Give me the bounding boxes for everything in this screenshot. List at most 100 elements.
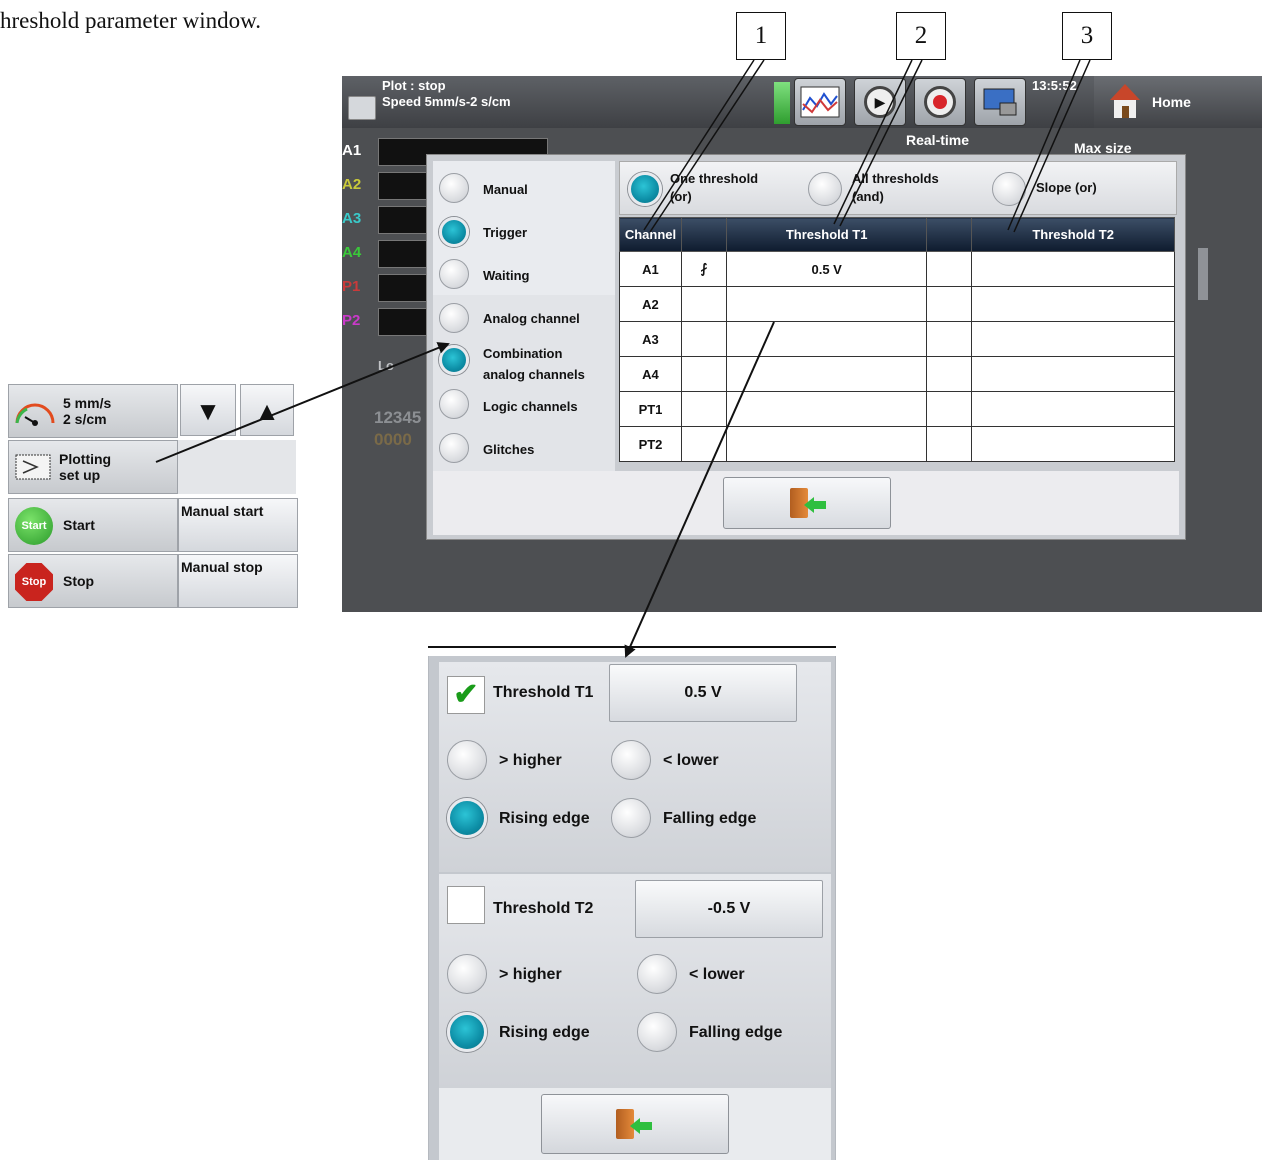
exit-button[interactable] — [723, 477, 891, 529]
channel-label: P2 — [342, 312, 361, 329]
t2-cell[interactable] — [971, 286, 1175, 322]
rising-edge-icon: ⨏ — [680, 251, 727, 287]
t1-cell[interactable] — [725, 321, 928, 357]
threshold-t1-checkbox[interactable]: ✔ — [447, 676, 485, 714]
radio-icon — [611, 798, 651, 838]
speedometer-icon — [15, 403, 55, 426]
t2-falling-label: Falling edge — [689, 1024, 783, 1041]
threshold-t2-checkbox[interactable] — [447, 886, 485, 924]
manual-stop-field[interactable]: Manual stop — [178, 554, 298, 608]
edge-cell — [926, 321, 973, 357]
column-header-threshold-t2[interactable]: Threshold T2 — [971, 217, 1175, 252]
t2-cell[interactable] — [971, 356, 1175, 392]
source-option[interactable] — [439, 345, 469, 375]
chart-button[interactable] — [794, 78, 846, 126]
t2-lower-radio[interactable] — [637, 954, 677, 994]
play-button[interactable]: ▶ — [854, 78, 906, 126]
trigger-mode-option[interactable] — [439, 173, 469, 203]
channel-cell: A1 — [619, 251, 682, 287]
record-button[interactable] — [914, 78, 966, 126]
t2-cell[interactable] — [971, 251, 1175, 287]
column-header-threshold-t1[interactable]: Threshold T1 — [725, 217, 928, 252]
trigger-mode-option[interactable] — [439, 217, 469, 247]
edge-cell — [680, 356, 727, 392]
stop-button[interactable]: Stop Stop — [8, 554, 178, 608]
t2-lower-label: < lower — [689, 966, 745, 983]
t1-cell[interactable]: 0.5 V — [725, 251, 928, 287]
t1-cell[interactable] — [725, 391, 928, 427]
source-option[interactable] — [439, 303, 469, 333]
t1-rising-radio[interactable] — [447, 798, 487, 838]
radio-selected-icon — [447, 798, 487, 838]
edge-cell — [680, 286, 727, 322]
threshold-t2-label: Threshold T2 — [493, 900, 594, 917]
speed-down-button[interactable]: ▼ — [180, 384, 236, 436]
t1-higher-radio[interactable] — [447, 740, 487, 780]
table-row[interactable]: A4 — [619, 356, 1175, 392]
table-row[interactable]: PT1 — [619, 391, 1175, 427]
source-option[interactable] — [439, 389, 469, 419]
table-row[interactable]: A3 — [619, 321, 1175, 357]
threshold-mode-bar: One threshold (or) All thresholds (and) Sl… — [619, 161, 1177, 215]
trigger-mode-option[interactable] — [439, 259, 469, 289]
mode-label-line1: All thresholds — [852, 171, 939, 186]
trigger-mode-label: Trigger — [483, 225, 528, 240]
channel-row: A1 — [342, 136, 548, 170]
column-header-edge — [926, 217, 973, 252]
top-toolbar: Plot : stop Speed 5mm/s-2 s/cm ▶ 13:5:52… — [342, 76, 1262, 128]
plotting-line1: Plotting — [59, 451, 112, 467]
t1-falling-radio[interactable] — [611, 798, 651, 838]
edge-cell — [680, 426, 727, 462]
t2-higher-radio[interactable] — [447, 954, 487, 994]
channel-cell: A3 — [619, 321, 682, 357]
mode-option-all-thresholds[interactable] — [808, 172, 842, 206]
channel-cell: A4 — [619, 356, 682, 392]
channel-label: A3 — [342, 210, 362, 227]
t2-cell[interactable] — [971, 426, 1175, 462]
manual-start-field[interactable]: Manual start — [178, 498, 298, 552]
t2-falling-radio[interactable] — [637, 1012, 677, 1052]
table-row[interactable]: A2 — [619, 286, 1175, 322]
source-option[interactable] — [439, 433, 469, 463]
t2-cell[interactable] — [971, 321, 1175, 357]
radio-selected-icon — [439, 217, 469, 247]
mode-label: One threshold (or) — [670, 170, 758, 206]
t2-rising-radio[interactable] — [447, 1012, 487, 1052]
t2-cell[interactable] — [971, 391, 1175, 427]
mode-option-slope[interactable] — [992, 172, 1026, 206]
manual-start-label: Manual start — [181, 503, 264, 519]
scroll-handle[interactable] — [1198, 248, 1208, 300]
clock: 13:5:52 — [1032, 78, 1077, 93]
home-button[interactable]: Home — [1094, 76, 1262, 128]
speed-up-button[interactable]: ▲ — [240, 384, 294, 436]
screenshot-button[interactable] — [974, 78, 1026, 126]
t1-cell[interactable] — [725, 356, 928, 392]
source-label: Logic channels — [483, 399, 578, 414]
threshold-t2-value[interactable]: -0.5 V — [635, 880, 823, 938]
radio-icon — [439, 433, 469, 463]
t1-lower-radio[interactable] — [611, 740, 651, 780]
table-header-row: Channel Threshold T1 Threshold T2 — [619, 217, 1175, 252]
start-button[interactable]: Start Start — [8, 498, 178, 552]
t1-cell[interactable] — [725, 286, 928, 322]
speed-button[interactable]: 5 mm/s 2 s/cm — [8, 384, 178, 438]
t1-cell[interactable] — [725, 426, 928, 462]
table-row[interactable]: A1 ⨏ 0.5 V — [619, 251, 1175, 287]
battery-icon — [774, 82, 790, 124]
radio-icon — [439, 303, 469, 333]
radio-icon — [447, 954, 487, 994]
start-label: Start — [63, 517, 95, 533]
table-row[interactable]: PT2 — [619, 426, 1175, 462]
threshold-t1-value[interactable]: 0.5 V — [609, 664, 797, 722]
radio-icon — [439, 259, 469, 289]
mode-option-one-threshold[interactable] — [628, 172, 662, 206]
checkmark-icon: ✔ — [453, 678, 479, 711]
separator-line — [428, 646, 836, 648]
side-spacer — [178, 440, 296, 494]
callout-1: 1 — [736, 12, 786, 60]
channel-row: A3 — [342, 204, 548, 238]
threshold-window: ✔ Threshold T1 0.5 V > higher < lower Ri… — [428, 656, 836, 1160]
source-panel: Analog channel Combination analog channe… — [433, 295, 615, 471]
threshold-exit-button[interactable] — [541, 1094, 729, 1154]
plotting-setup-button[interactable]: Plotting set up — [8, 440, 178, 494]
